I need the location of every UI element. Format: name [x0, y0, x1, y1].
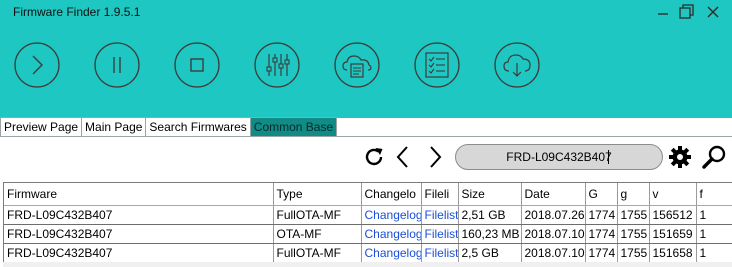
app-title: Firmware Finder 1.9.5.1 — [13, 5, 141, 19]
table-empty-area — [3, 262, 732, 267]
settings-sliders-button[interactable] — [252, 40, 302, 90]
page-tabs: Preview Page Main Page Search Firmwares … — [0, 117, 338, 137]
g-upper-cell[interactable]: 1774 — [585, 205, 618, 225]
sliders-icon — [254, 42, 300, 88]
type-cell[interactable]: FullOTA-MF — [273, 205, 362, 225]
tab-divider — [0, 136, 732, 137]
date-cell[interactable]: 2018.07.10 — [521, 243, 586, 262]
column-header-type[interactable]: Type — [273, 183, 362, 206]
changelog-link[interactable]: Changelog — [361, 224, 422, 244]
column-header-filelist[interactable]: Fileli — [421, 183, 459, 206]
minimize-icon[interactable] — [652, 3, 674, 21]
tab-main-page[interactable]: Main Page — [81, 117, 146, 137]
firmware-cell[interactable]: FRD-L09C432B407 — [4, 205, 274, 225]
column-header-g-lower[interactable]: g — [617, 183, 650, 206]
column-header-v[interactable]: v — [649, 183, 697, 206]
firmware-cell[interactable]: FRD-L09C432B407 — [4, 243, 274, 262]
tab-common-base[interactable]: Common Base — [249, 117, 338, 137]
chevron-left-icon[interactable] — [390, 144, 416, 170]
table-row[interactable]: FRD-L09C432B407 FullOTA-MF Changelog Fil… — [4, 205, 732, 225]
title-toolbar-area: Firmware Finder 1.9.5.1 — [0, 0, 732, 118]
v-cell[interactable]: 151658 — [649, 243, 697, 262]
g-upper-cell[interactable]: 1774 — [585, 243, 618, 262]
play-button[interactable] — [12, 40, 62, 90]
stop-icon — [174, 42, 220, 88]
table-row[interactable]: FRD-L09C432B407 FullOTA-MF Changelog Fil… — [4, 243, 732, 262]
f-cell[interactable]: 1 — [696, 205, 732, 225]
stop-button[interactable] — [172, 40, 222, 90]
date-cell[interactable]: 2018.07.10 — [521, 224, 586, 244]
column-header-g-upper[interactable]: G — [585, 183, 618, 206]
gear-icon[interactable] — [667, 144, 693, 170]
pause-icon — [94, 42, 140, 88]
size-cell[interactable]: 160,23 MB — [458, 224, 522, 244]
refresh-icon[interactable] — [361, 144, 387, 170]
tab-search-firmwares[interactable]: Search Firmwares — [145, 117, 250, 137]
chevron-right-icon[interactable] — [422, 144, 448, 170]
checklist-icon — [414, 42, 460, 88]
column-header-changelog[interactable]: Changelo — [361, 183, 422, 206]
changelog-link[interactable]: Changelog — [361, 243, 422, 262]
search-input[interactable] — [455, 144, 663, 170]
firmware-cell[interactable]: FRD-L09C432B407 — [4, 224, 274, 244]
table-header-row: Firmware Type Changelo Fileli Size Date … — [4, 183, 732, 206]
size-cell[interactable]: 2,51 GB — [458, 205, 522, 225]
v-cell[interactable]: 156512 — [649, 205, 697, 225]
g-lower-cell[interactable]: 1755 — [617, 243, 650, 262]
tab-preview-page[interactable]: Preview Page — [0, 117, 82, 137]
f-cell[interactable]: 1 — [696, 243, 732, 262]
type-cell[interactable]: OTA-MF — [273, 224, 362, 244]
cloud-document-button[interactable] — [332, 40, 382, 90]
pause-button[interactable] — [92, 40, 142, 90]
text-caret — [608, 150, 609, 164]
changelog-link[interactable]: Changelog — [361, 205, 422, 225]
g-lower-cell[interactable]: 1755 — [617, 205, 650, 225]
column-header-size[interactable]: Size — [458, 183, 522, 206]
cloud-document-icon — [334, 42, 380, 88]
cloud-download-icon — [494, 42, 540, 88]
cloud-download-button[interactable] — [492, 40, 542, 90]
table-row[interactable]: FRD-L09C432B407 OTA-MF Changelog Filelis… — [4, 224, 732, 244]
g-upper-cell[interactable]: 1774 — [585, 224, 618, 244]
size-cell[interactable]: 2,5 GB — [458, 243, 522, 262]
f-cell[interactable]: 1 — [696, 224, 732, 244]
restore-icon[interactable] — [676, 3, 698, 21]
filelist-link[interactable]: Filelist — [421, 224, 459, 244]
play-icon — [14, 42, 60, 88]
date-cell[interactable]: 2018.07.26 — [521, 205, 586, 225]
firmware-table: Firmware Type Changelo Fileli Size Date … — [3, 182, 732, 262]
column-header-date[interactable]: Date — [521, 183, 586, 206]
checklist-button[interactable] — [412, 40, 462, 90]
search-icon[interactable] — [701, 144, 727, 170]
v-cell[interactable]: 151659 — [649, 224, 697, 244]
column-header-f[interactable]: f — [696, 183, 732, 206]
filelist-link[interactable]: Filelist — [421, 243, 459, 262]
type-cell[interactable]: FullOTA-MF — [273, 243, 362, 262]
filelist-link[interactable]: Filelist — [421, 205, 459, 225]
column-header-firmware[interactable]: Firmware — [4, 183, 274, 206]
close-icon[interactable] — [702, 3, 724, 21]
g-lower-cell[interactable]: 1755 — [617, 224, 650, 244]
